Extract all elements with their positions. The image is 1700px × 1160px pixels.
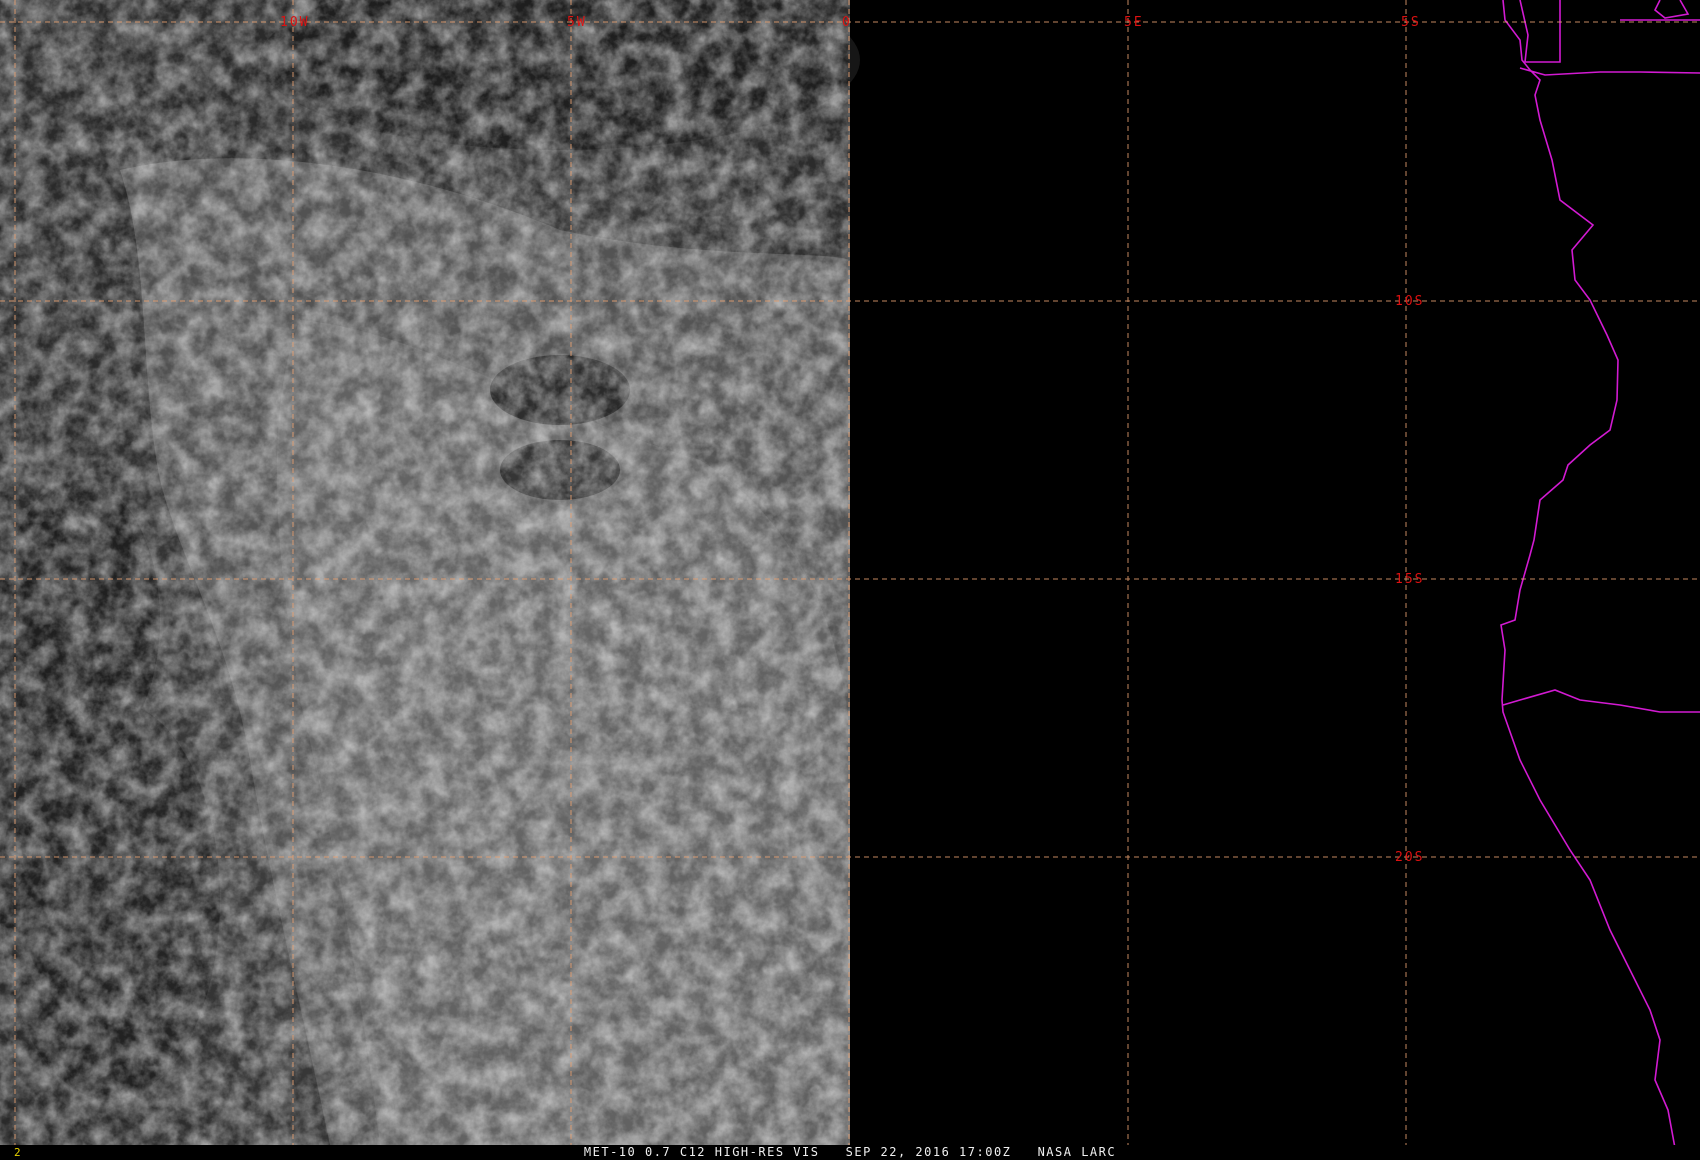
image-caption: MET-10 0.7 C12 HIGH-RES VIS SEP 22, 2016… bbox=[583, 1145, 1117, 1159]
lat-label-15s: 15S bbox=[1395, 572, 1424, 587]
lat-label-5s: 5S bbox=[1401, 15, 1421, 30]
lon-label-10w: 10W bbox=[280, 15, 309, 30]
satellite-map: 10W 5W 0 5E 5S 10S 15S 20S bbox=[0, 0, 1700, 1160]
lat-label-20s: 20S bbox=[1395, 850, 1424, 865]
cloud-imagery bbox=[0, 0, 860, 1146]
lon-label-0: 0 bbox=[842, 15, 852, 30]
lon-label-5e: 5E bbox=[1124, 15, 1144, 30]
lat-label-10s: 10S bbox=[1395, 294, 1424, 309]
lon-label-5w: 5W bbox=[567, 15, 587, 30]
